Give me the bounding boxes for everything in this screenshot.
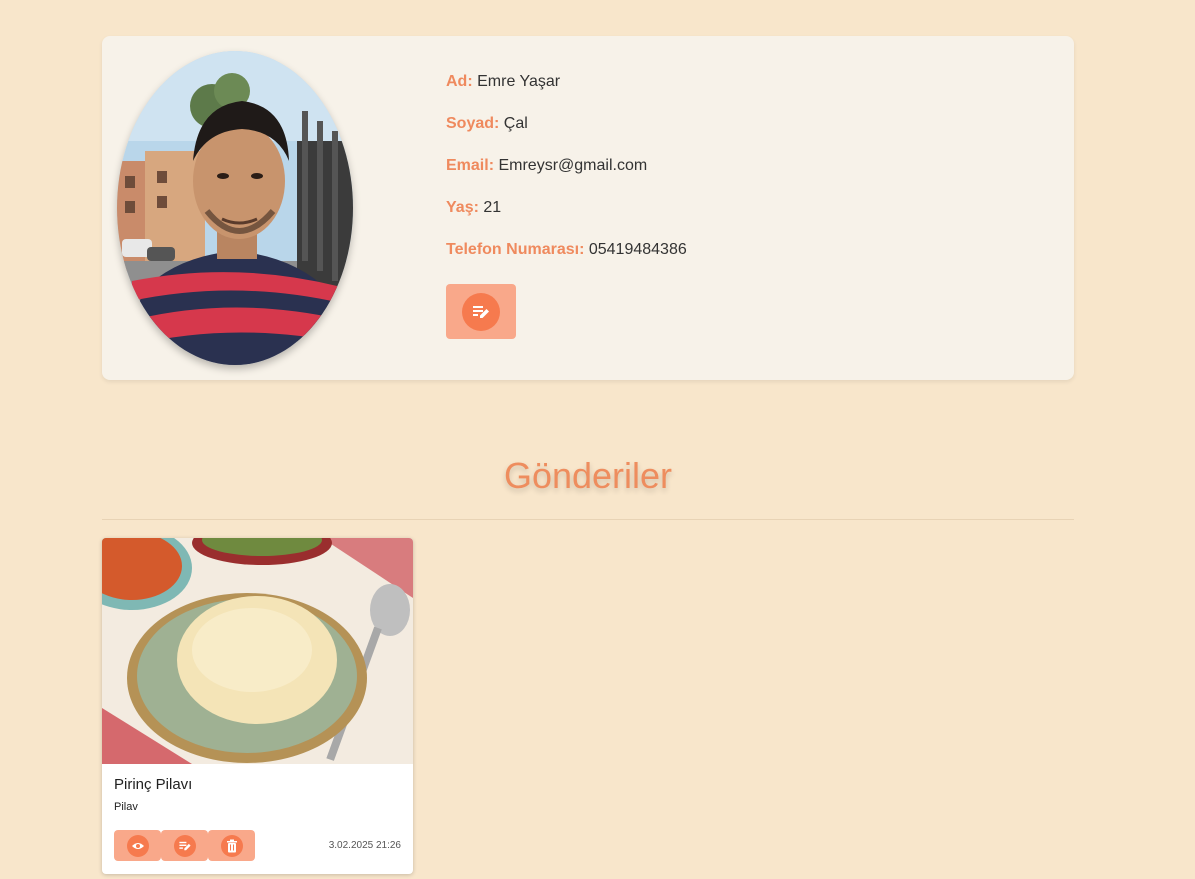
- profile-field-email: Email: Emreysr@gmail.com: [446, 156, 687, 198]
- view-post-button[interactable]: [114, 830, 161, 861]
- delete-post-button[interactable]: [208, 830, 255, 861]
- posts-section-title: Gönderiler: [503, 455, 673, 496]
- edit-note-icon: [173, 834, 196, 857]
- field-value: 21: [483, 199, 502, 216]
- avatar: [117, 51, 353, 365]
- post-date: 3.02.2025 21:26: [328, 840, 401, 851]
- field-label: Email:: [446, 157, 495, 174]
- field-value: Emre Yaşar: [477, 73, 561, 90]
- edit-note-icon: [462, 292, 500, 331]
- field-label: Yaş:: [446, 199, 479, 216]
- profile-info: Ad: Emre Yaşar Soyad: Çal Email: Emreysr…: [446, 72, 687, 282]
- post-category: Pilav: [114, 801, 138, 813]
- profile-field-first-name: Ad: Emre Yaşar: [446, 72, 687, 114]
- edit-profile-button[interactable]: [446, 284, 516, 339]
- post-actions: [114, 830, 255, 861]
- field-label: Soyad:: [446, 115, 500, 132]
- post-image: [102, 538, 413, 764]
- field-value: Çal: [503, 115, 528, 132]
- field-value: 05419484386: [588, 241, 687, 258]
- post-title: Pirinç Pilavı: [114, 776, 193, 793]
- profile-card: Ad: Emre Yaşar Soyad: Çal Email: Emreysr…: [102, 36, 1074, 380]
- profile-field-last-name: Soyad: Çal: [446, 114, 687, 156]
- eye-icon: [126, 834, 149, 857]
- field-label: Telefon Numarası:: [446, 241, 585, 258]
- field-value: Emreysr@gmail.com: [498, 157, 648, 174]
- profile-field-age: Yaş: 21: [446, 198, 687, 240]
- post-card: Pirinç Pilavı Pilav 3.02.2025 21:26: [102, 538, 413, 874]
- divider: [102, 519, 1074, 520]
- field-label: Ad:: [446, 73, 473, 90]
- trash-icon: [220, 834, 243, 857]
- edit-post-button[interactable]: [161, 830, 208, 861]
- profile-field-phone: Telefon Numarası: 05419484386: [446, 240, 687, 282]
